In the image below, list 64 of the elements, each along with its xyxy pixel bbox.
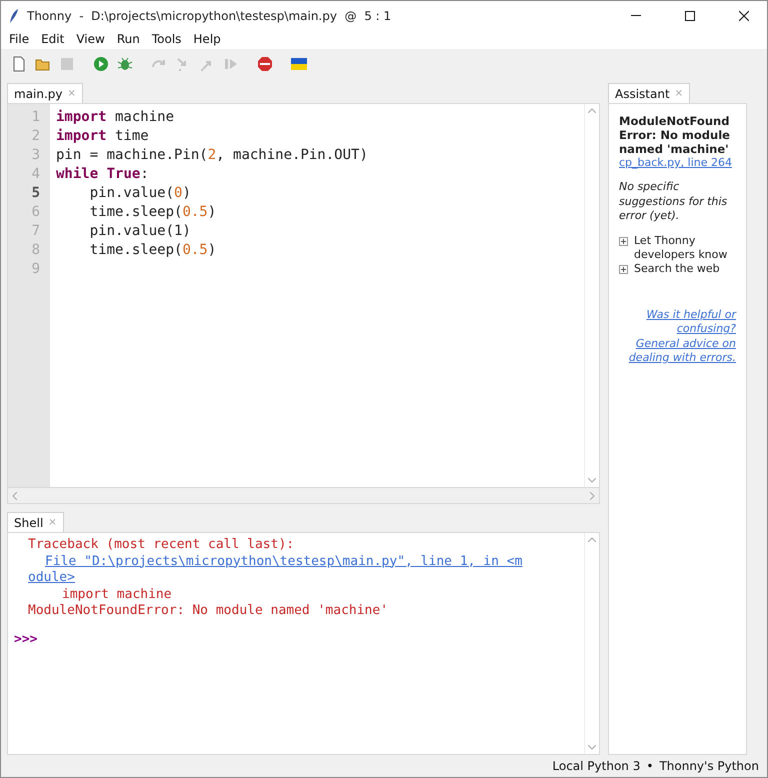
scroll-right-icon[interactable] bbox=[590, 492, 595, 500]
line-number: 5 bbox=[30, 184, 41, 203]
new-file-icon bbox=[11, 56, 27, 72]
toolbar-button[interactable] bbox=[91, 54, 111, 74]
save-icon bbox=[59, 56, 75, 72]
code-line: time.sleep(0.5) bbox=[88, 203, 218, 222]
scroll-up-icon[interactable] bbox=[588, 537, 596, 542]
line-number: 7 bbox=[30, 222, 41, 241]
status-text[interactable]: Local Python 3 bbox=[552, 759, 640, 773]
menu-item[interactable]: View bbox=[70, 30, 111, 49]
code-line: time.sleep(0.5) bbox=[88, 241, 218, 260]
menu-item[interactable]: Edit bbox=[35, 30, 70, 49]
code-line: pin.value(1) bbox=[88, 222, 192, 241]
code-line: while True: bbox=[56, 165, 150, 184]
section-label[interactable]: Search the web bbox=[634, 262, 720, 276]
line-number: 8 bbox=[30, 241, 41, 260]
code-text: import machine bbox=[61, 586, 173, 603]
section-label[interactable]: Let Thonny developers know bbox=[634, 234, 736, 262]
panel-tab[interactable]: Assistant × bbox=[608, 83, 690, 103]
toolbar-button[interactable] bbox=[255, 54, 275, 74]
menu-item[interactable]: Run bbox=[110, 30, 146, 49]
error-title: ModuleNotFoundError: No module named 'machine' bbox=[619, 114, 731, 156]
menu-item[interactable]: Tools bbox=[146, 30, 188, 49]
scroll-left-icon[interactable] bbox=[12, 492, 17, 500]
traceback-link[interactable]: File "D:\projects\micropython\testesp\main.py", line 1, in <module> bbox=[28, 554, 528, 586]
panel-tab[interactable]: main.py × bbox=[7, 83, 83, 103]
line-number: 3 bbox=[30, 146, 41, 165]
code-line: pin = machine.Pin(2, machine.Pin.OUT) bbox=[56, 146, 369, 165]
source-link[interactable]: cp_back.py, line 264 bbox=[619, 156, 736, 170]
menu-item[interactable]: Help bbox=[187, 30, 227, 49]
line-number: 2 bbox=[30, 127, 41, 146]
shell-prompt: >>> bbox=[14, 632, 38, 648]
error-text: Traceback (most recent call last): bbox=[27, 537, 296, 554]
expand-icon[interactable] bbox=[619, 236, 628, 246]
window-title: Thonny - D:\projects\micropython\testesp\main.py @ 5 : 1 bbox=[27, 8, 392, 22]
status-text[interactable]: Thonny's Python bbox=[659, 759, 759, 773]
flag-icon bbox=[291, 56, 307, 72]
scroll-down-icon[interactable] bbox=[588, 478, 596, 483]
scroll-down-icon[interactable] bbox=[588, 745, 596, 750]
bug-icon bbox=[117, 56, 133, 72]
status-text: • bbox=[646, 759, 654, 773]
feather-icon bbox=[9, 8, 19, 24]
panel-tab[interactable]: Shell × bbox=[7, 512, 64, 532]
run-icon bbox=[93, 56, 109, 72]
stop-sign-icon bbox=[257, 56, 273, 72]
maximize-icon bbox=[685, 10, 695, 20]
line-number: 9 bbox=[30, 260, 41, 279]
code-line: import time bbox=[56, 127, 150, 146]
error-text: ModuleNotFoundError: No module named 'machine' bbox=[27, 603, 390, 620]
line-number: 4 bbox=[30, 165, 41, 184]
code-line: pin.value(0) bbox=[88, 184, 192, 203]
minimize-icon bbox=[631, 15, 641, 16]
expand-icon[interactable] bbox=[619, 264, 628, 274]
code-line: import machine bbox=[56, 108, 176, 127]
assistant-note: No specific suggestions for this error (yet). bbox=[619, 180, 728, 224]
resume-icon bbox=[223, 56, 239, 72]
scroll-up-icon[interactable] bbox=[588, 108, 596, 113]
help-link[interactable]: Was it helpful or confusing? bbox=[620, 308, 736, 336]
close-icon bbox=[739, 10, 749, 20]
line-number: 6 bbox=[30, 203, 41, 222]
menu-item[interactable]: File bbox=[3, 30, 36, 49]
help-link[interactable]: General advice on dealing with errors. bbox=[620, 336, 736, 366]
line-number: 1 bbox=[30, 108, 41, 127]
code-editor[interactable]: 1 2 3 4 5 6 7 8 9 import machine import time pin = machine.Pin(2, machine.Pin.OUT) while True: pin.value(0) time.sleep(0.5) pin.value(1) time.sleep(0.5) bbox=[7, 103, 600, 488]
